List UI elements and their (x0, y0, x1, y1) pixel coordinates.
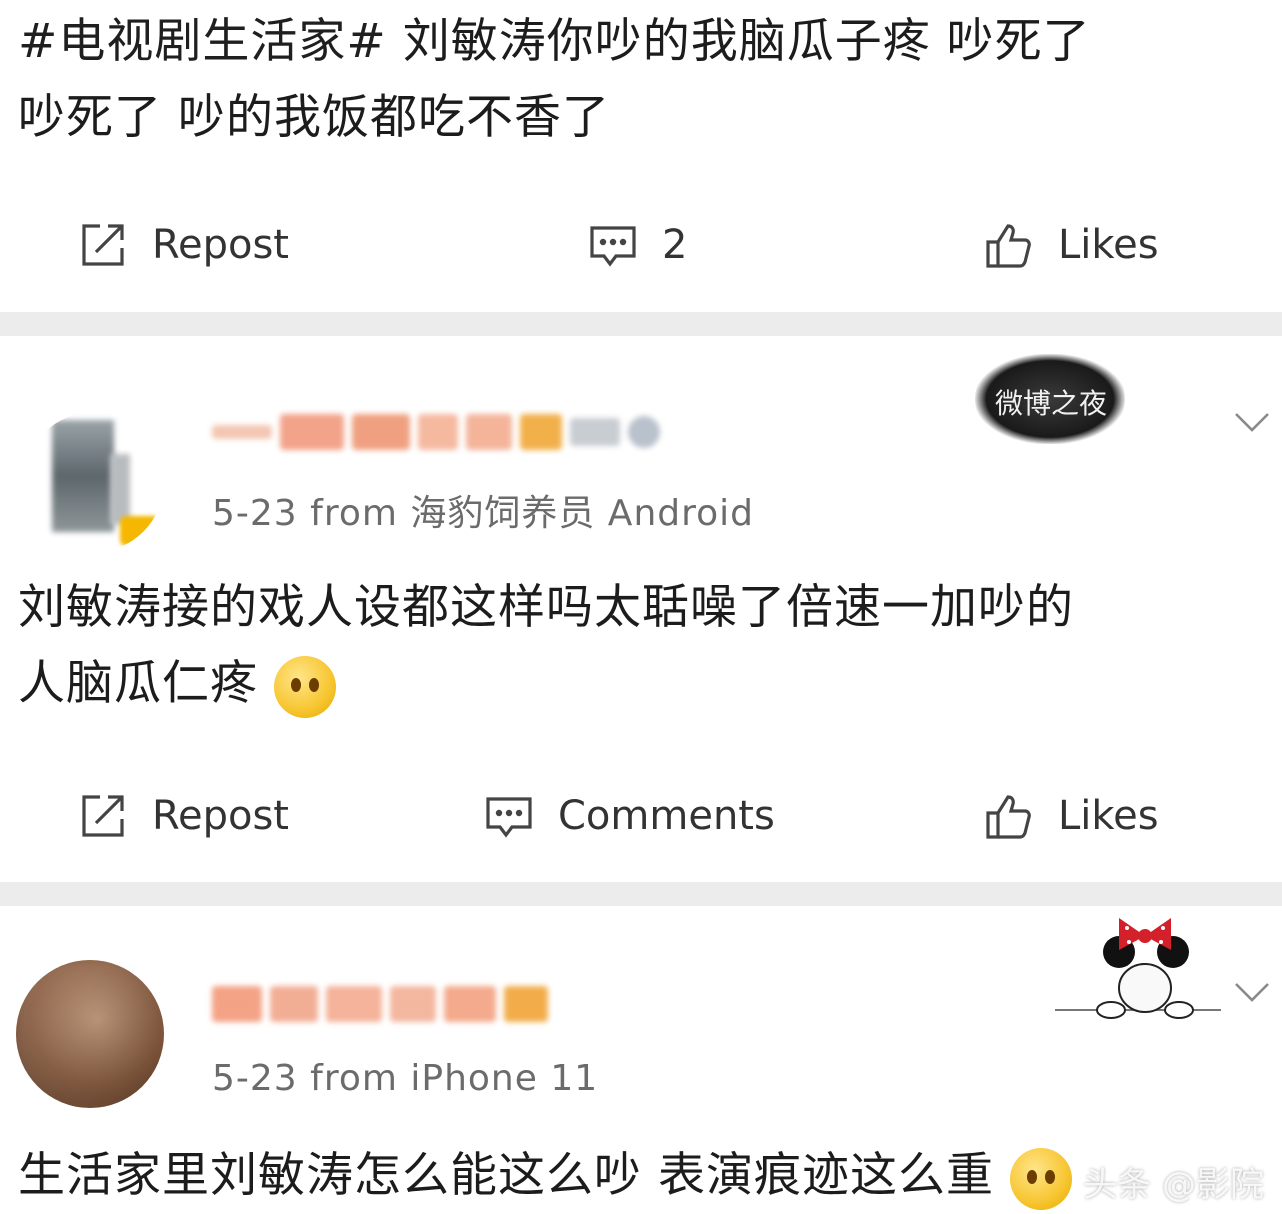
repost-label: Repost (152, 222, 289, 268)
post-1-text: #电视剧生活家# 刘敏涛你吵的我脑瓜子疼 吵死了 吵死了 吵的我饭都吃不香了 (18, 4, 1268, 156)
post-2-text: 刘敏涛接的戏人设都这样吗太聒噪了倍速一加吵的 人脑瓜仁疼 (18, 570, 1268, 722)
comment-button[interactable]: 2 (588, 205, 687, 285)
post-separator (0, 312, 1282, 336)
emoji-icon (273, 655, 336, 718)
comment-icon (486, 797, 532, 838)
post-2-action-bar: Repost Comments Likes (0, 776, 1282, 856)
avatar[interactable] (16, 960, 164, 1108)
username[interactable] (212, 410, 660, 454)
like-icon (986, 224, 1031, 268)
post-meta: 5-23 from iPhone 11 (212, 1058, 599, 1099)
repost-icon (82, 224, 124, 266)
post-2-text-line1: 刘敏涛接的戏人设都这样吗太聒噪了倍速一加吵的 (18, 580, 1074, 635)
comment-label: Comments (558, 793, 775, 839)
comment-count: 2 (662, 222, 688, 268)
post-2-text-line2: 人脑瓜仁疼 (18, 656, 258, 711)
post-3-text: 生活家里刘敏涛怎么能这么吵 表演痕迹这么重 (18, 1138, 1268, 1214)
post-3: 5-23 from iPhone 11 生活家里刘敏涛怎么能这么吵 表演痕迹这么… (0, 906, 1282, 1214)
username[interactable] (212, 982, 548, 1026)
repost-button[interactable]: Repost (78, 205, 289, 285)
like-button[interactable]: Likes (984, 205, 1159, 285)
post-separator (0, 882, 1282, 906)
post-meta: 5-23 from 海豹饲养员 Android (212, 493, 754, 534)
like-button[interactable]: Likes (984, 776, 1159, 856)
repost-label: Repost (152, 793, 289, 839)
hashtag-link[interactable]: #电视剧生活家# (18, 14, 387, 69)
chevron-down-icon[interactable] (1232, 980, 1272, 1004)
comment-icon (590, 226, 636, 267)
like-label: Likes (1058, 793, 1159, 839)
post-2: 5-23 from 海豹饲养员 Android 微博之夜 刘敏涛接的戏人设都这样… (0, 336, 1282, 882)
badge-label: 微博之夜 (995, 387, 1108, 420)
watermark: 头条 @影院 (1083, 1165, 1264, 1205)
chevron-down-icon[interactable] (1232, 410, 1272, 434)
like-label: Likes (1058, 222, 1159, 268)
avatar[interactable] (24, 412, 164, 552)
emoji-icon (1009, 1147, 1072, 1210)
minnie-mouse-badge (1055, 918, 1221, 1019)
post-1-action-bar: Repost 2 Likes (0, 205, 1282, 285)
like-icon (986, 795, 1031, 839)
post-3-text-line1: 生活家里刘敏涛怎么能这么吵 表演痕迹这么重 (18, 1148, 994, 1203)
repost-button[interactable]: Repost (78, 776, 289, 856)
post-1-text-line2: 吵死了 吵的我饭都吃不香了 (18, 90, 610, 145)
post-1-text-line1: 刘敏涛你吵的我脑瓜子疼 吵死了 (386, 14, 1091, 69)
repost-icon (82, 795, 124, 837)
comment-button[interactable]: Comments (484, 776, 775, 856)
weibo-night-badge: 微博之夜 (975, 354, 1125, 444)
post-1: #电视剧生活家# 刘敏涛你吵的我脑瓜子疼 吵死了 吵死了 吵的我饭都吃不香了 R… (0, 0, 1282, 312)
